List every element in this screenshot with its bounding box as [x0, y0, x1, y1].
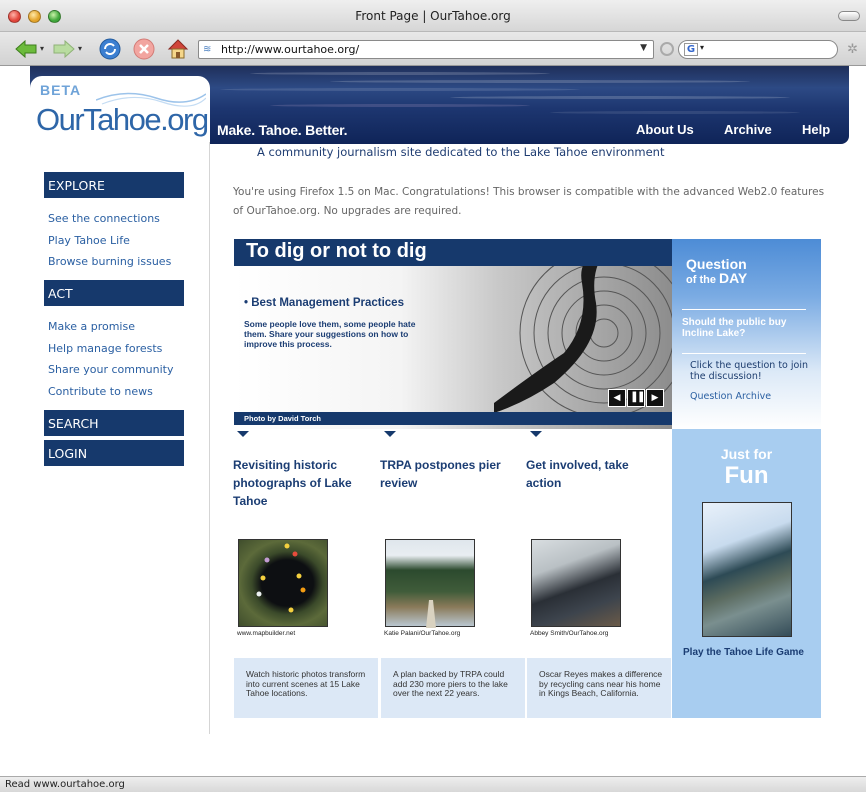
forward-arrow-icon: [53, 40, 75, 58]
tahoe-life-game-photo[interactable]: [702, 502, 792, 637]
home-button[interactable]: [166, 38, 190, 60]
google-search-engine-icon[interactable]: G: [684, 43, 698, 56]
forward-history-dropdown-icon[interactable]: ▾: [78, 44, 82, 53]
story-1-title-link[interactable]: Revisiting historic photographs of Lake …: [233, 456, 371, 510]
reload-button[interactable]: [98, 38, 122, 60]
slideshow-pause-button[interactable]: ▐▐: [627, 389, 645, 407]
question-of-the-day: Question of the DAY Should the public bu…: [672, 239, 821, 429]
sidebar-explore-heading[interactable]: EXPLORE: [44, 172, 184, 198]
play-tahoe-life-game-link[interactable]: Play the Tahoe Life Game: [683, 647, 804, 658]
browser-compat-notice: You're using Firefox 1.5 on Mac. Congrat…: [233, 186, 825, 217]
fun-title-fun: Fun: [724, 462, 769, 489]
sidebar-link-contribute-news[interactable]: Contribute to news: [48, 385, 153, 398]
sidebar-login-button[interactable]: LOGIN: [44, 440, 184, 466]
web-page: Make. Tahoe. Better. About Us Archive He…: [0, 66, 866, 776]
qotd-title: Question of the DAY: [686, 257, 747, 287]
logo-beta-label: BETA: [40, 82, 82, 98]
story-3-recycling-photo[interactable]: [531, 539, 621, 627]
site-logo[interactable]: BETA OurTahoe.org: [30, 76, 210, 146]
site-slogan: Make. Tahoe. Better.: [217, 122, 348, 138]
back-history-dropdown-icon[interactable]: ▾: [40, 44, 44, 53]
fun-title: Just for Fun: [672, 443, 821, 489]
map-markers-icon: [256, 543, 306, 613]
site-favicon-icon: ≋: [203, 44, 212, 55]
qotd-instruction: Click the question to join the discussio…: [690, 360, 808, 382]
feature-title[interactable]: To dig or not to dig: [234, 239, 672, 266]
qotd-archive-link[interactable]: Question Archive: [690, 391, 771, 402]
nav-about-us[interactable]: About Us: [636, 122, 694, 137]
story-1-blurb: Watch historic photos transform into cur…: [234, 658, 378, 718]
sidebar-search-button[interactable]: SEARCH: [44, 410, 184, 436]
back-button[interactable]: [14, 38, 38, 60]
sidebar-link-share-community[interactable]: Share your community: [48, 363, 174, 376]
search-engine-dropdown-icon[interactable]: ▾: [700, 43, 704, 52]
search-bar[interactable]: G ▾: [678, 40, 838, 59]
back-arrow-icon: [15, 40, 37, 58]
status-bar: Read www.ourtahoe.org: [0, 776, 866, 792]
logo-wordmark: OurTahoe.org: [36, 102, 209, 137]
site-tagline: A community journalism site dedicated to…: [257, 145, 665, 159]
feature-bullet-heading[interactable]: • Best Management Practices: [244, 297, 404, 309]
address-bar-url: http://www.ourtahoe.org/: [221, 43, 360, 56]
story-2-blurb: A plan backed by TRPA could add 230 more…: [381, 658, 525, 718]
sidebar-link-burning-issues[interactable]: Browse burning issues: [48, 255, 171, 268]
sidebar-link-make-promise[interactable]: Make a promise: [48, 320, 135, 333]
story-1-arrow-icon: [237, 431, 249, 437]
story-2-arrow-icon: [384, 431, 396, 437]
window-title: Front Page | OurTahoe.org: [355, 9, 511, 23]
sidebar-link-manage-forests[interactable]: Help manage forests: [48, 342, 162, 355]
story-2-pier-photo[interactable]: [385, 539, 475, 628]
story-1-photo-credit: www.mapbuilder.net: [237, 630, 296, 637]
slideshow-next-button[interactable]: ▶: [646, 389, 664, 407]
slideshow-controls: ◀ ▐▐ ▶: [608, 389, 664, 407]
feature-description: Some people love them, some people hate …: [244, 319, 416, 349]
stop-icon: [133, 38, 155, 60]
stop-button[interactable]: [132, 38, 156, 60]
qotd-divider-bottom: [682, 353, 806, 354]
story-3-arrow-icon: [530, 431, 542, 437]
sidebar-link-see-connections[interactable]: See the connections: [48, 212, 160, 225]
feature-photo-credit: Photo by David Torch: [234, 412, 672, 425]
sidebar-divider: [209, 142, 210, 734]
nav-archive[interactable]: Archive: [724, 122, 772, 137]
qotd-divider-top: [682, 309, 806, 310]
toolbar-toggle-button[interactable]: [838, 11, 860, 21]
qotd-title-day: DAY: [719, 270, 748, 286]
navigation-toolbar: ▾ ▾ ≋ http://www.ourtahoe.org/ ▼ G ▾ ✲: [0, 32, 866, 66]
address-bar[interactable]: ≋ http://www.ourtahoe.org/ ▼: [198, 40, 654, 59]
qotd-question-link[interactable]: Should the public buy Incline Lake?: [682, 317, 810, 339]
story-3-title-link[interactable]: Get involved, take action: [526, 456, 664, 492]
url-history-dropdown-icon[interactable]: ▼: [640, 43, 647, 53]
feature-slideshow[interactable]: To dig or not to dig • Best Management P…: [234, 239, 672, 429]
just-for-fun-panel: Just for Fun Play the Tahoe Life Game: [672, 429, 821, 718]
sidebar-act-heading[interactable]: ACT: [44, 280, 184, 306]
go-button[interactable]: [660, 42, 674, 56]
story-2-title-link[interactable]: TRPA postpones pier review: [380, 456, 518, 492]
story-3-photo-credit: Abbey Smith/OurTahoe.org: [530, 630, 609, 637]
loading-throbber-icon: ✲: [847, 42, 858, 57]
story-2-photo-credit: Katie Palani/OurTahoe.org: [384, 630, 461, 637]
nav-help[interactable]: Help: [802, 122, 830, 137]
window-titlebar: Front Page | OurTahoe.org: [0, 0, 866, 32]
story-3-blurb: Oscar Reyes makes a difference by recycl…: [527, 658, 671, 718]
sidebar-link-play-tahoe-life[interactable]: Play Tahoe Life: [48, 234, 130, 247]
qotd-title-of-the: of the: [686, 274, 719, 286]
story-1-map-photo[interactable]: [238, 539, 328, 627]
forward-button[interactable]: [52, 38, 76, 60]
slideshow-prev-button[interactable]: ◀: [608, 389, 626, 407]
home-icon: [167, 39, 189, 59]
reload-icon: [99, 38, 121, 60]
pier-icon: [426, 600, 436, 628]
